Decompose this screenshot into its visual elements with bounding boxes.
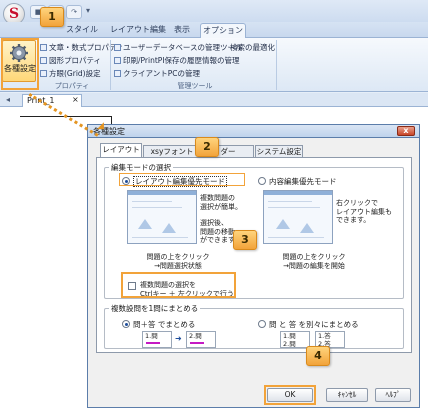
callout-highlight-4 [264,385,316,405]
callout-highlight-2 [119,173,245,186]
caption-line: →問題選択状態 [154,261,202,270]
merge-preview-left-b: 2.問 [186,331,216,348]
merge-separate-radio[interactable]: 問 と 答 を別々にまとめる [258,319,359,330]
grid-settings-item[interactable]: 方眼(Grid)設定 [40,68,101,79]
tab-style[interactable]: スタイル [64,23,100,38]
help-button[interactable]: ﾍﾙﾌﾟ [375,388,411,402]
callout-badge-3: 3 [233,230,257,250]
cancel-button[interactable]: ｷｬﾝｾﾙ [326,388,368,402]
qat-dropdown-icon[interactable]: ▾ [86,6,90,15]
radio-unchecked [258,320,266,328]
content-mode-radio[interactable]: 内容編集優先モード [258,176,337,187]
close-icon[interactable]: × [72,95,79,104]
content-note: 右クリックで レイアウト編集も できます。 [336,199,392,225]
properties-icon [40,44,47,51]
menu-label: 方眼(Grid)設定 [49,69,101,78]
layout-caption: 問題の上をクリック →問題選択状態 [128,253,228,270]
print-icon [114,57,121,64]
edit-mode-legend: 編集モードの選択 [111,163,171,172]
print-history-item[interactable]: 印刷/PrintPI保存の履歴情報の管理 [114,55,240,66]
layout-mode-preview [127,190,197,244]
user-db-tool-item[interactable]: ユーザーデータベースの管理ツール [114,42,242,53]
note-line: 選択後、 [200,219,228,227]
note-line: 選択が簡単。 [200,202,242,211]
search-optimize-item[interactable]: 検索の最適化 [230,42,275,53]
note-line: できます。 [336,216,371,224]
menu-label: 検索の最適化 [230,43,275,52]
tab-layout-edit[interactable]: レイアウト編集 [110,23,166,38]
close-icon[interactable]: x [397,126,415,136]
dialog-titlebar[interactable] [87,124,420,138]
caption-line: 問題の上をクリック [282,253,346,261]
merge-preview-left-a: 1.問 [142,331,172,348]
content-mode-label: 内容編集優先モード [269,177,337,186]
callout-badge-4: 4 [306,346,330,366]
mini-row: 1.答 [318,332,331,340]
tab-view[interactable]: 表示 [168,23,196,38]
callout-badge-1: 1 [40,7,64,27]
client-pc-item[interactable]: クライアントPCの管理 [114,68,200,79]
group-label-properties: プロパティ [54,82,90,90]
quick-access-toolbar [0,0,428,22]
merge-legend: 複数設問を1問にまとめる [111,304,199,313]
mini-row: 2.問 [189,332,202,340]
menu-label: 印刷/PrintPI保存の履歴情報の管理 [123,56,240,65]
note-line: レイアウト編集も [336,207,392,216]
caption-line: →問題の編集を開始 [283,261,345,270]
arrow-right-icon: ➜ [175,334,182,343]
mini-row: 2.問 [283,340,296,348]
callout-badge-2: 2 [195,137,219,157]
tab-options[interactable]: オプション [200,23,246,38]
pc-icon [114,70,121,77]
menu-label: クライアントPCの管理 [123,69,200,78]
mini-row: 1.問 [283,332,296,340]
merge-separate-label: 問 と 答 を別々にまとめる [269,320,359,329]
mini-row: 1.問 [145,332,158,340]
menu-label: 図形プロパティ [49,56,102,65]
group-label-tools: 管理ツール [177,82,213,90]
group-separator [110,40,111,90]
note-line: 複数問題の [200,194,235,202]
merge-together-radio[interactable]: 問＋答 でまとめる [122,319,195,330]
grid-icon [40,70,47,77]
radio-checked [122,320,130,328]
shape-properties-item[interactable]: 図形プロパティ [40,55,101,66]
callout-highlight-1 [1,38,39,90]
callout-highlight-3 [121,272,236,298]
merge-together-label: 問＋答 でまとめる [133,320,196,329]
note-line: 右クリックで [336,199,378,207]
redo-icon[interactable]: ↷ [66,5,82,19]
dialog-tab-layout[interactable]: レイアウト [100,143,142,158]
scroll-left-icon[interactable]: ◂ [6,95,10,104]
layout-note-1: 複数問題の 選択が簡単。 [200,194,242,211]
shape-icon [40,57,47,64]
radio-unchecked [258,177,266,185]
database-icon [114,44,121,51]
merge-preview-right-a: 1.問 2.問 [280,331,310,348]
menu-label: 文章・数式プロパティ [49,43,124,52]
arrow-pointer-icon: ◢ [97,121,104,131]
caption-line: 問題の上をクリック [146,253,210,261]
text-formula-properties-item[interactable]: 文章・数式プロパティ [40,42,124,53]
content-caption: 問題の上をクリック →問題の編集を開始 [264,253,364,270]
content-mode-preview [263,190,333,244]
group-separator [276,40,277,90]
menu-label: ユーザーデータベースの管理ツール [123,43,243,52]
